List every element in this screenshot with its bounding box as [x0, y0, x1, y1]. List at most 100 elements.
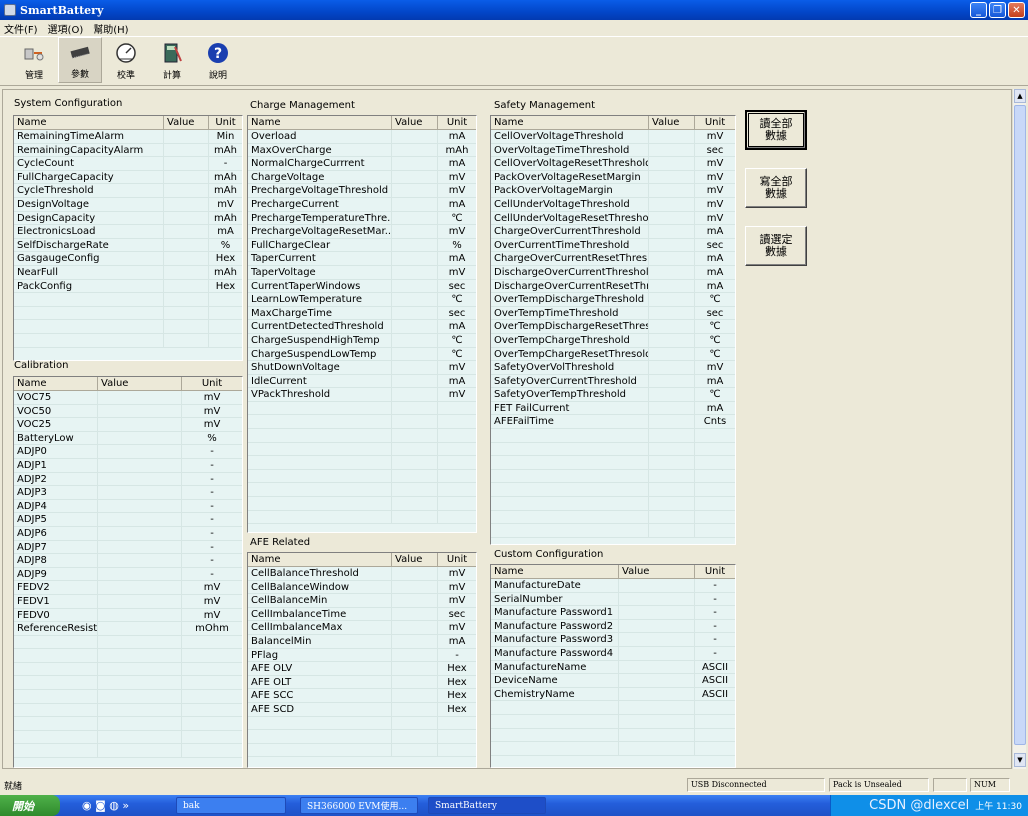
- read-all-button[interactable]: 讀全部 數據: [745, 110, 807, 150]
- cell-value[interactable]: [649, 320, 695, 333]
- cell-value[interactable]: [98, 499, 182, 513]
- table-row[interactable]: RemainingCapacityAlarm mAh: [14, 143, 242, 158]
- cell-value[interactable]: [392, 361, 438, 374]
- cell-value[interactable]: [619, 646, 695, 660]
- table-row[interactable]: ADJP9 -: [14, 567, 242, 582]
- cell-value[interactable]: [98, 608, 182, 622]
- table-row[interactable]: ChargeSuspendHighTemp ℃: [248, 333, 476, 348]
- table-row[interactable]: MaxChargeTime sec: [248, 306, 476, 321]
- cell-value[interactable]: [392, 279, 438, 293]
- cell-value[interactable]: [619, 606, 695, 619]
- table-row[interactable]: PackOverVoltageMargin mV: [491, 184, 735, 198]
- cell-value[interactable]: [649, 306, 695, 320]
- column-header-unit[interactable]: Unit: [182, 377, 242, 390]
- cell-value[interactable]: [619, 714, 695, 728]
- cell-value[interactable]: [649, 184, 695, 197]
- cell-value[interactable]: [164, 130, 209, 143]
- table-row[interactable]: ChargeOverCurrentThreshold mA: [491, 225, 735, 239]
- cell-value[interactable]: [164, 170, 209, 184]
- table-row[interactable]: VPackThreshold mV: [248, 388, 476, 402]
- cell-value[interactable]: [619, 728, 695, 742]
- column-header-unit[interactable]: Unit: [438, 553, 476, 566]
- task-bak[interactable]: bak: [176, 797, 286, 814]
- cell-value[interactable]: [649, 469, 695, 483]
- table-row[interactable]: OverTempDischargeResetThres... ℃: [491, 320, 735, 334]
- table-row[interactable]: ADJP4 -: [14, 499, 242, 514]
- table-row[interactable]: ADJP0 -: [14, 445, 242, 459]
- column-header-name[interactable]: Name: [248, 553, 392, 566]
- close-button[interactable]: ✕: [1008, 2, 1025, 18]
- menu-options[interactable]: 選項(O): [48, 21, 84, 36]
- table-row[interactable]: Manufacture Password1 -: [491, 606, 735, 620]
- table-row[interactable]: CellImbalanceTime sec: [248, 607, 476, 622]
- cell-value[interactable]: [98, 526, 182, 540]
- start-button[interactable]: 開始: [0, 795, 60, 816]
- table-row[interactable]: SafetyOverCurrentThreshold mA: [491, 374, 735, 389]
- cell-value[interactable]: [649, 252, 695, 265]
- cell-value[interactable]: [98, 431, 182, 445]
- cell-value[interactable]: [392, 716, 438, 730]
- write-all-button[interactable]: 寫全部 數據: [745, 168, 807, 208]
- cell-value[interactable]: [392, 730, 438, 743]
- cell-value[interactable]: [649, 333, 695, 347]
- read-selected-button[interactable]: 讀選定 數據: [745, 226, 807, 266]
- toolbar-calibrate-button[interactable]: 校準: [104, 37, 148, 83]
- cell-value[interactable]: [98, 744, 182, 758]
- cell-value[interactable]: [392, 130, 438, 143]
- table-row[interactable]: ADJP1 -: [14, 458, 242, 473]
- cell-value[interactable]: [98, 445, 182, 458]
- table-row[interactable]: OverTempDischargeThreshold ℃: [491, 293, 735, 307]
- cell-value[interactable]: [619, 592, 695, 606]
- cell-value[interactable]: [392, 374, 438, 388]
- sysconf-list[interactable]: Name Value Unit RemainingTimeAlarm Min Remain…: [13, 115, 243, 361]
- column-header-unit[interactable]: Unit: [695, 565, 735, 578]
- table-row[interactable]: FullChargeCapacity mAh: [14, 170, 242, 185]
- cell-value[interactable]: [98, 622, 182, 635]
- cell-value[interactable]: [649, 374, 695, 388]
- cell-value[interactable]: [649, 265, 695, 279]
- cell-value[interactable]: [164, 143, 209, 157]
- cell-value[interactable]: [649, 456, 695, 469]
- cell-value[interactable]: [392, 333, 438, 347]
- table-row[interactable]: PFlag -: [248, 648, 476, 663]
- toolbar-calc-button[interactable]: 計算: [150, 37, 194, 83]
- table-row[interactable]: ChargeSuspendLowTemp ℃: [248, 347, 476, 362]
- table-row[interactable]: SafetyOverTempThreshold ℃: [491, 388, 735, 402]
- cell-value[interactable]: [98, 690, 182, 703]
- table-row[interactable]: PackConfig Hex: [14, 279, 242, 294]
- cell-value[interactable]: [98, 581, 182, 594]
- cell-value[interactable]: [98, 486, 182, 499]
- table-row[interactable]: DischargeOverCurrentResetThre mA: [491, 279, 735, 294]
- table-row[interactable]: CellBalanceWindow mV: [248, 580, 476, 595]
- cell-value[interactable]: [164, 184, 209, 197]
- table-row[interactable]: DischargeOverCurrentThreshold mA: [491, 265, 735, 280]
- cell-value[interactable]: [98, 391, 182, 404]
- cell-value[interactable]: [649, 483, 695, 497]
- task-smartbattery[interactable]: SmartBattery: [428, 797, 546, 814]
- cell-value[interactable]: [649, 442, 695, 456]
- column-header-value[interactable]: Value: [98, 377, 182, 390]
- table-row[interactable]: IdleCurrent mA: [248, 374, 476, 389]
- table-row[interactable]: CycleCount -: [14, 157, 242, 171]
- cell-value[interactable]: [392, 415, 438, 429]
- table-row[interactable]: FET FailCurrent mA: [491, 401, 735, 416]
- cell-value[interactable]: [98, 703, 182, 717]
- column-header-value[interactable]: Value: [164, 116, 209, 129]
- table-row[interactable]: ManufactureDate -: [491, 579, 735, 593]
- column-header-name[interactable]: Name: [491, 116, 649, 129]
- table-row[interactable]: SerialNumber -: [491, 592, 735, 607]
- table-row[interactable]: DesignVoltage mV: [14, 197, 242, 212]
- menu-help[interactable]: 幫助(H): [93, 21, 128, 36]
- cell-value[interactable]: [392, 143, 438, 157]
- task-evm[interactable]: SH366000 EVM使用...: [300, 797, 418, 814]
- table-row[interactable]: SelfDischargeRate%: [14, 238, 242, 253]
- cell-value[interactable]: [164, 225, 209, 238]
- cell-value[interactable]: [649, 361, 695, 374]
- column-header-unit[interactable]: Unit: [209, 116, 242, 129]
- cell-value[interactable]: [392, 170, 438, 184]
- cell-value[interactable]: [98, 662, 182, 676]
- cell-value[interactable]: [392, 634, 438, 648]
- cell-value[interactable]: [649, 279, 695, 293]
- table-row[interactable]: AFE SCD Hex: [248, 702, 476, 717]
- cell-value[interactable]: [649, 429, 695, 442]
